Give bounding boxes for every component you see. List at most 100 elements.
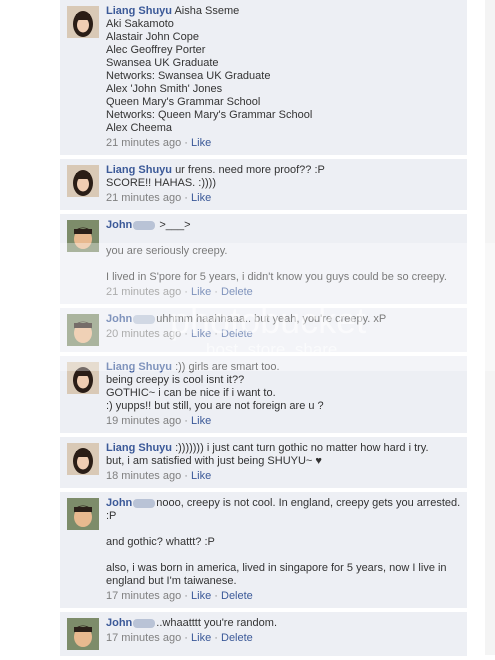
avatar-boy-icon [67, 618, 99, 650]
like-link[interactable]: Like [191, 328, 211, 340]
comment-text: >___> [159, 219, 191, 231]
comment-author-link[interactable]: John [106, 313, 132, 325]
separator: · [184, 192, 188, 204]
comment-author-link[interactable]: Liang Shuyu [106, 164, 172, 176]
comment-text: :P [106, 510, 117, 522]
avatar[interactable] [67, 498, 99, 530]
comment-meta: 21 minutes ago · Like [106, 137, 461, 150]
comment-meta: 21 minutes ago · Like [106, 192, 461, 205]
delete-link[interactable]: Delete [221, 286, 253, 298]
comment-text: nooo, creepy is not cool. In england, cr… [156, 497, 461, 509]
comment-text: ur frens. need more proof?? :P [175, 164, 325, 176]
scrollbar[interactable] [485, 0, 495, 655]
comment-author-link[interactable]: Liang Shuyu [106, 442, 172, 454]
like-link[interactable]: Like [191, 632, 211, 644]
like-link[interactable]: Like [191, 137, 211, 149]
comment-text: I lived in S'pore for 5 years, i didn't … [106, 271, 447, 283]
separator: · [184, 632, 188, 644]
timestamp: 21 minutes ago [106, 192, 182, 204]
timestamp: 20 minutes ago [106, 328, 182, 340]
comment-text: and gothic? whattt? :P [106, 536, 215, 548]
separator: · [184, 590, 188, 602]
comment-text: you are seriously creepy. [106, 245, 228, 257]
redacted-name [133, 618, 156, 628]
timestamp: 18 minutes ago [106, 470, 182, 482]
avatar-girl-icon [67, 362, 99, 394]
separator: · [214, 328, 218, 340]
comment: John nooo, creepy is not cool. In england… [60, 492, 467, 609]
timestamp: 17 minutes ago [106, 632, 182, 644]
comment: Liang Shuyu ur frens. need more proof?? … [60, 159, 467, 211]
line-break [106, 523, 461, 536]
comment-text: :))))))) i just cant turn gothic no matt… [175, 442, 429, 454]
comment-text: Alastair John Cope [106, 31, 199, 43]
avatar[interactable] [67, 6, 99, 38]
like-link[interactable]: Like [191, 415, 211, 427]
avatar[interactable] [67, 362, 99, 394]
comment-text: SCORE!! HAHAS. :)))) [106, 177, 217, 189]
comment-text: Queen Mary's Grammar School [106, 96, 261, 108]
comment-text: uhhmm haahhaaa.. but yeah, you're creepy… [156, 313, 387, 325]
comment-author-link[interactable]: John [106, 617, 132, 629]
comment-meta: 19 minutes ago · Like [106, 415, 461, 428]
comment-feed: Liang Shuyu Aisha Sseme Aki Sakamoto Ala… [60, 0, 467, 660]
comment-text: being creepy is cool isnt it?? [106, 374, 245, 386]
avatar[interactable] [67, 220, 99, 252]
line-break [106, 258, 461, 271]
delete-link[interactable]: Delete [221, 328, 253, 340]
comment-text: but, i am satisfied with just being SHUY… [106, 455, 322, 467]
separator: · [214, 590, 218, 602]
comment-meta: 20 minutes ago · Like · Delete [106, 328, 461, 341]
separator: · [214, 286, 218, 298]
avatar[interactable] [67, 618, 99, 650]
avatar-boy-icon [67, 220, 99, 252]
comment-text: Swansea UK Graduate [106, 57, 219, 69]
comment-meta: 17 minutes ago · Like · Delete [106, 590, 461, 603]
like-link[interactable]: Like [191, 590, 211, 602]
avatar-girl-icon [67, 443, 99, 475]
comment-text: Alex Cheema [106, 122, 173, 134]
comment: John >___> you are seriously creepy. I l… [60, 214, 467, 305]
line-break [106, 232, 461, 245]
comment-text: Aisha Sseme [174, 5, 240, 17]
comment: Liang Shuyu Aisha Sseme Aki Sakamoto Ala… [60, 0, 467, 156]
avatar-girl-icon [67, 165, 99, 197]
avatar[interactable] [67, 165, 99, 197]
avatar[interactable] [67, 443, 99, 475]
comment-text: Networks: Swansea UK Graduate [106, 70, 271, 82]
redacted-name [133, 314, 156, 324]
separator: · [184, 328, 188, 340]
comment-text: Networks: Queen Mary's Grammar School [106, 109, 313, 121]
comment-author-link[interactable]: Liang Shuyu [106, 361, 172, 373]
comment-text: also, i was born in america, lived in si… [106, 562, 447, 574]
delete-link[interactable]: Delete [221, 632, 253, 644]
separator: · [184, 137, 188, 149]
comment: John uhhmm haahhaaa.. but yeah, you're cr… [60, 308, 467, 353]
comment-meta: 21 minutes ago · Like · Delete [106, 286, 461, 299]
comment-meta: 17 minutes ago · Like · Delete [106, 632, 461, 645]
comment-text: Aki Sakamoto [106, 18, 174, 30]
separator: · [184, 286, 188, 298]
line-break [106, 549, 461, 562]
comment-text: england but I'm taiwanese. [106, 575, 237, 587]
like-link[interactable]: Like [191, 470, 211, 482]
comment-author-link[interactable]: Liang Shuyu [106, 5, 172, 17]
separator: · [184, 470, 188, 482]
comment-text: :)) girls are smart too. [175, 361, 280, 373]
avatar-girl-icon [67, 6, 99, 38]
avatar-boy-icon [67, 498, 99, 530]
comment-author-link[interactable]: John [106, 219, 132, 231]
avatar[interactable] [67, 314, 99, 346]
comment: Liang Shuyu :))))))) i just cant turn go… [60, 437, 467, 489]
like-link[interactable]: Like [191, 286, 211, 298]
redacted-name [133, 220, 156, 230]
comment: Liang Shuyu :)) girls are smart too. bei… [60, 356, 467, 434]
timestamp: 17 minutes ago [106, 590, 182, 602]
comment: John ..whaatttt you're random. 17 minutes… [60, 612, 467, 657]
delete-link[interactable]: Delete [221, 590, 253, 602]
comment-text: Alec Geoffrey Porter [106, 44, 206, 56]
like-link[interactable]: Like [191, 192, 211, 204]
redacted-name [133, 498, 156, 508]
comment-author-link[interactable]: John [106, 497, 132, 509]
avatar-boy-icon [67, 314, 99, 346]
